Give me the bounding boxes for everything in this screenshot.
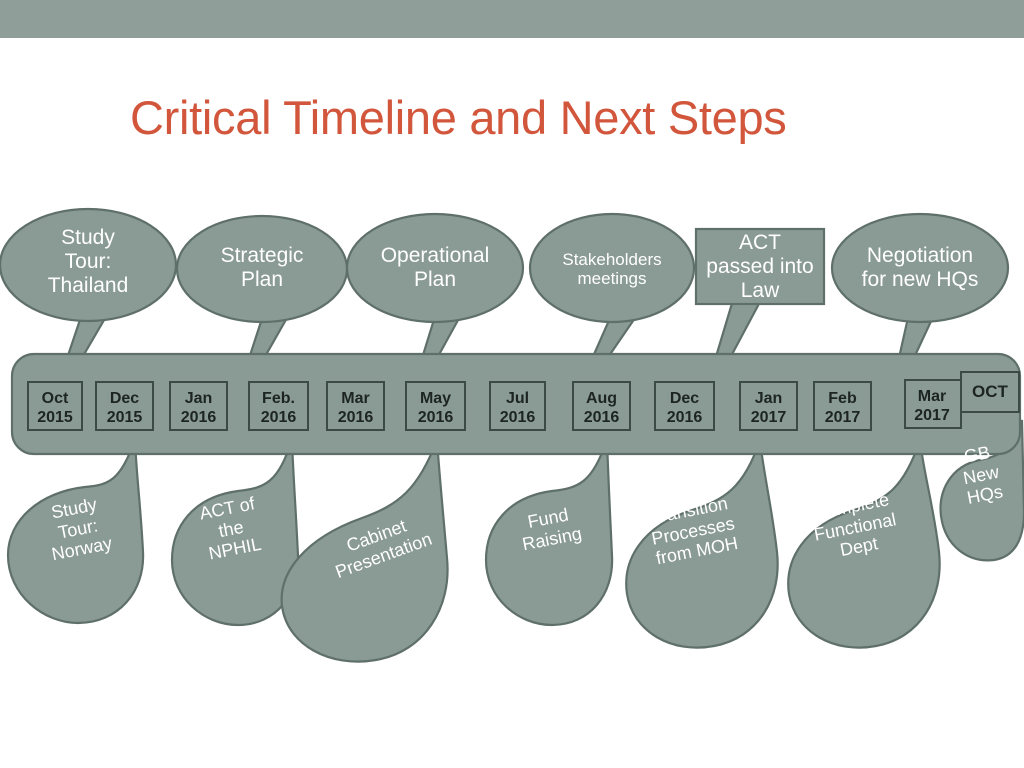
date-box-2[interactable] (169, 381, 228, 431)
date-box-7[interactable] (572, 381, 631, 431)
bottom-callout-shape-3[interactable] (484, 439, 614, 627)
bottom-callout-shape-5[interactable] (787, 439, 941, 649)
bottom-callout-shape-2[interactable] (280, 439, 449, 663)
date-box-10[interactable] (813, 381, 872, 431)
date-box-9[interactable] (739, 381, 798, 431)
date-box-5[interactable] (405, 381, 466, 431)
date-box-0[interactable] (27, 381, 83, 431)
bottom-callout-shape-1[interactable] (170, 439, 300, 627)
top-callout-shape-5[interactable] (830, 212, 1010, 324)
top-callout-shape-3[interactable] (528, 212, 696, 324)
date-box-3[interactable] (248, 381, 309, 431)
date-box-11[interactable] (904, 379, 962, 429)
date-box-8[interactable] (654, 381, 715, 431)
top-callout-shapes (0, 207, 1010, 324)
top-callout-shape-4[interactable] (694, 227, 826, 306)
top-callout-shape-2[interactable] (345, 212, 525, 324)
date-box-1[interactable] (95, 381, 154, 431)
bottom-callout-shapes (6, 419, 1024, 663)
top-callout-shape-1[interactable] (175, 214, 349, 324)
timeline-diagram (0, 207, 1024, 663)
top-callout-shape-0[interactable] (0, 207, 178, 323)
bottom-callout-shape-4[interactable] (625, 439, 779, 649)
date-box-12[interactable] (960, 371, 1020, 413)
date-box-6[interactable] (489, 381, 546, 431)
bottom-callout-shape-0[interactable] (6, 439, 145, 625)
date-box-4[interactable] (326, 381, 385, 431)
